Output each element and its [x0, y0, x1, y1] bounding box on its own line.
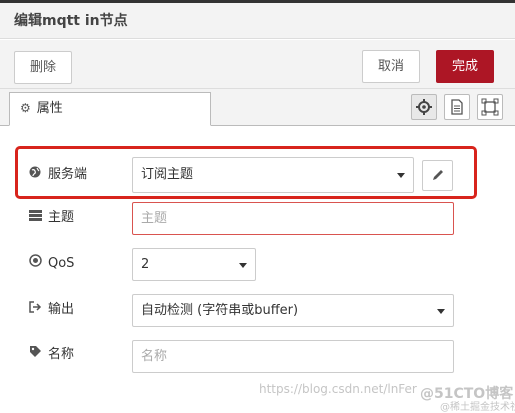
name-label: 名称 — [28, 345, 74, 365]
tag-icon — [28, 345, 42, 365]
qos-icon — [28, 254, 42, 274]
name-input[interactable]: 名称 — [132, 340, 454, 373]
delete-button[interactable]: 删除 — [14, 51, 72, 84]
topic-label: 主题 — [28, 208, 74, 228]
tasks-icon — [28, 208, 42, 228]
output-label: 输出 — [28, 300, 74, 320]
watermark-url: https://blog.csdn.net/lnFer — [259, 382, 417, 396]
tab-properties[interactable]: ⚙ 属性 — [9, 92, 211, 126]
tab-description[interactable] — [444, 94, 470, 120]
dialog-title: 编辑mqtt in节点 — [0, 3, 515, 39]
done-button[interactable]: 完成 — [436, 50, 494, 83]
sign-out-icon — [28, 300, 42, 320]
qos-label: QoS — [28, 254, 74, 274]
cancel-button[interactable]: 取消 — [362, 50, 420, 83]
watermark-sub: @稀土掘金技术社区 — [440, 402, 515, 413]
highlight-box — [15, 146, 477, 199]
topic-input[interactable]: 主题 — [132, 202, 454, 235]
gear-icon: ⚙ — [20, 101, 31, 115]
tab-appearance[interactable] — [477, 94, 503, 120]
tab-properties-label: 属性 — [36, 101, 63, 116]
tab-settings[interactable] — [411, 94, 437, 120]
gear-icon — [416, 99, 432, 115]
output-select[interactable]: 自动检测 (字符串或buffer) — [132, 294, 454, 327]
qos-select[interactable]: 2 — [132, 248, 256, 281]
frame-icon — [481, 98, 499, 116]
document-icon — [451, 99, 463, 115]
